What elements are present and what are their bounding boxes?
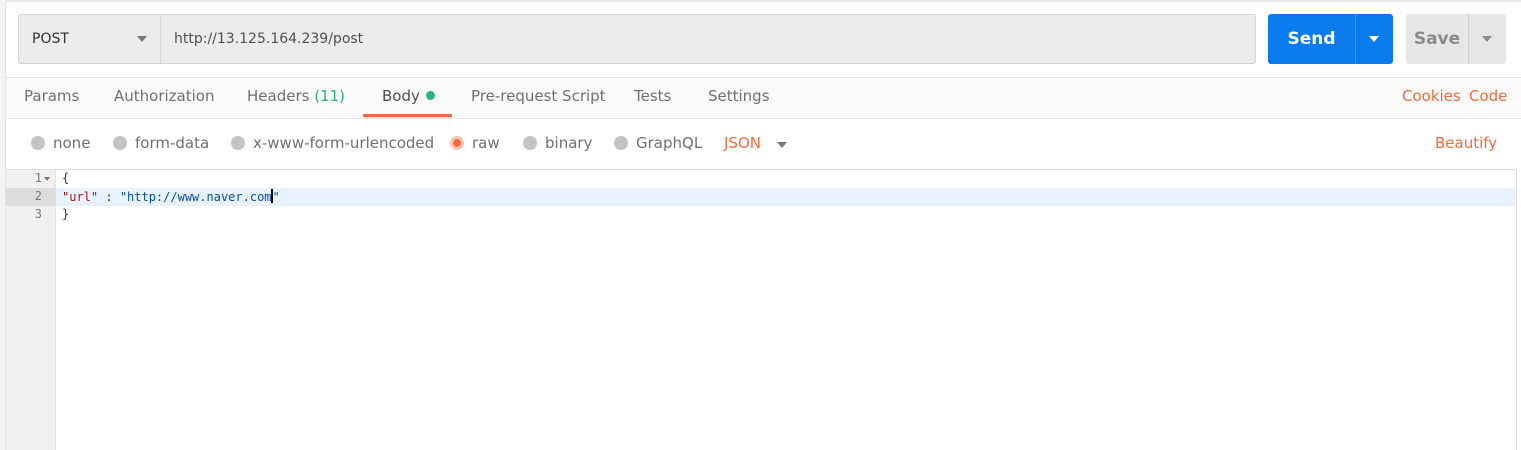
line-number: 2 — [34, 189, 42, 203]
fold-arrow-icon[interactable] — [44, 177, 50, 181]
beautify-button[interactable]: Beautify — [1435, 134, 1497, 152]
tab-authorization[interactable]: Authorization — [114, 87, 214, 105]
code-line[interactable]: "url" : "http://www.naver.com" — [62, 189, 280, 204]
window-top-edge — [6, 0, 1521, 2]
cookies-link[interactable]: Cookies — [1402, 87, 1461, 105]
tab-label: Headers — [247, 87, 310, 105]
option-label-none[interactable]: none — [53, 134, 90, 152]
tab-label: Tests — [634, 87, 672, 105]
tab-tests[interactable]: Tests — [634, 87, 671, 105]
method-select[interactable]: POST — [18, 14, 161, 64]
option-label-raw[interactable]: raw — [472, 134, 500, 152]
code-token: : — [98, 190, 120, 204]
send-button[interactable]: Send — [1268, 14, 1355, 64]
line-number: 3 — [34, 207, 42, 221]
code-line[interactable]: } — [62, 207, 69, 221]
headers-count-badge: (11) — [314, 87, 346, 105]
option-label-binary[interactable]: binary — [545, 134, 592, 152]
body-type-select[interactable]: JSON — [724, 134, 761, 152]
option-label-graphql[interactable]: GraphQL — [636, 134, 702, 152]
active-tab-indicator — [363, 114, 452, 117]
save-options-chevron-icon[interactable] — [1468, 14, 1506, 64]
chevron-down-icon[interactable] — [777, 142, 787, 148]
code-editor[interactable] — [6, 169, 1517, 450]
tab-pre-request-script[interactable]: Pre-request Script — [471, 87, 606, 105]
chevron-down-icon — [137, 36, 147, 42]
send-options-chevron-icon[interactable] — [1355, 14, 1393, 64]
radio-raw[interactable] — [450, 136, 464, 150]
tab-settings[interactable]: Settings — [708, 87, 770, 105]
code-link[interactable]: Code — [1469, 87, 1507, 105]
save-button[interactable]: Save — [1406, 14, 1468, 64]
radio-form-data[interactable] — [113, 136, 127, 150]
code-token: } — [62, 207, 70, 221]
url-text: http://13.125.164.239/post — [174, 31, 364, 47]
tab-label: Params — [24, 87, 80, 105]
option-label-urlencoded[interactable]: x-www-form-urlencoded — [253, 134, 434, 152]
json-string-token: " — [272, 190, 280, 204]
tab-label: Authorization — [114, 87, 215, 105]
code-line[interactable]: { — [62, 171, 69, 185]
method-label: POST — [32, 31, 69, 47]
tab-params[interactable]: Params — [24, 87, 79, 105]
radio-none[interactable] — [31, 136, 45, 150]
option-label-form-data[interactable]: form-data — [135, 134, 209, 152]
line-number: 1 — [34, 171, 42, 185]
json-key-token: "url" — [62, 190, 99, 204]
url-input[interactable]: http://13.125.164.239/post — [161, 14, 1256, 64]
tab-headers[interactable]: Headers (11) — [247, 87, 345, 105]
body-status-dot-icon — [425, 91, 435, 100]
tab-body[interactable]: Body — [382, 87, 435, 105]
radio-binary[interactable] — [523, 136, 537, 150]
json-string-token: "http://www.naver.com — [119, 190, 272, 204]
tab-label: Settings — [708, 87, 770, 105]
code-token: { — [62, 171, 70, 185]
radio-urlencoded[interactable] — [231, 136, 245, 150]
tab-label: Body — [382, 87, 420, 105]
radio-graphql[interactable] — [614, 136, 628, 150]
tab-label: Pre-request Script — [471, 87, 606, 105]
